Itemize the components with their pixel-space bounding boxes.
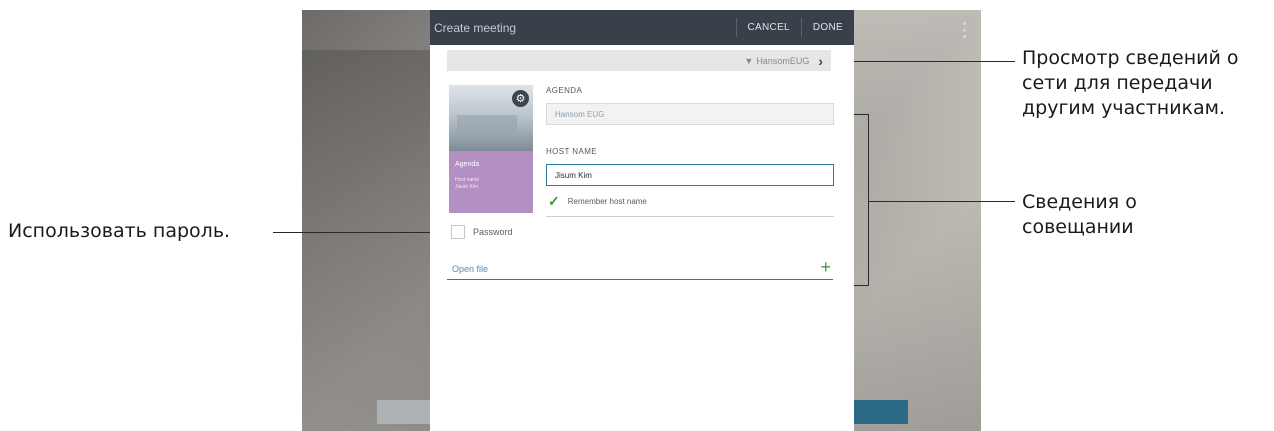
- create-meeting-dialog: Create meeting CANCEL DONE ▼ HansomEUG ›…: [430, 10, 854, 431]
- callout-text-line: другим участникам.: [1022, 97, 1226, 119]
- host-name-input[interactable]: Jisum Kim: [546, 164, 834, 186]
- device-screen: Create meeting CANCEL DONE ▼ HansomEUG ›…: [302, 10, 981, 431]
- callout-network-info: Просмотр сведений о сети для передачи др…: [1022, 46, 1239, 121]
- more-options-icon[interactable]: [963, 22, 967, 38]
- callout-use-password: Использовать пароль.: [8, 220, 231, 242]
- chevron-right-icon[interactable]: ›: [818, 54, 823, 68]
- agenda-input[interactable]: Hansom EUG: [546, 103, 834, 125]
- cancel-button[interactable]: CANCEL: [737, 10, 801, 45]
- remember-host-label: Remember host name: [567, 196, 647, 206]
- wifi-icon: ▼: [744, 55, 754, 66]
- remember-host-row[interactable]: ✓ Remember host name: [548, 194, 647, 208]
- open-file-row[interactable]: Open file +: [447, 258, 833, 280]
- thumbnail-subtitle: Host name Jisum Kim: [449, 168, 533, 191]
- password-row[interactable]: Password: [451, 225, 513, 239]
- password-label: Password: [473, 227, 513, 237]
- divider: [546, 216, 834, 217]
- thumbnail-subtitle-line: Jisum Kim: [455, 184, 479, 190]
- callout-line: [868, 201, 1015, 202]
- password-checkbox[interactable]: [451, 225, 465, 239]
- agenda-label: AGENDA: [546, 86, 583, 95]
- host-name-label: HOST NAME: [546, 147, 598, 156]
- thumbnail-subtitle-line: Host name: [455, 177, 480, 183]
- checkmark-icon[interactable]: ✓: [548, 194, 560, 208]
- network-name: HansomEUG: [756, 55, 810, 66]
- open-file-label[interactable]: Open file: [452, 264, 488, 274]
- network-info-bar[interactable]: ▼ HansomEUG ›: [447, 50, 831, 71]
- callout-line: [868, 114, 869, 286]
- background-button-right: [850, 400, 908, 424]
- callout-text-line: Сведения о: [1022, 191, 1137, 213]
- done-button[interactable]: DONE: [802, 10, 854, 45]
- plus-icon[interactable]: +: [820, 258, 831, 276]
- dialog-header: Create meeting CANCEL DONE: [430, 10, 854, 45]
- callout-text-line: сети для передачи: [1022, 72, 1213, 94]
- dialog-title: Create meeting: [434, 20, 517, 35]
- background-button-left: [377, 400, 437, 424]
- thumbnail-title: Agenda: [455, 161, 480, 168]
- callout-text-line: Просмотр сведений о: [1022, 47, 1239, 69]
- meeting-thumbnail[interactable]: ⚙ Agenda Host name Jisum Kim: [449, 85, 533, 213]
- callout-text-line: совещании: [1022, 216, 1134, 238]
- callout-meeting-info: Сведения о совещании: [1022, 190, 1137, 240]
- settings-icon[interactable]: ⚙: [512, 90, 529, 107]
- callout-line: [273, 232, 449, 233]
